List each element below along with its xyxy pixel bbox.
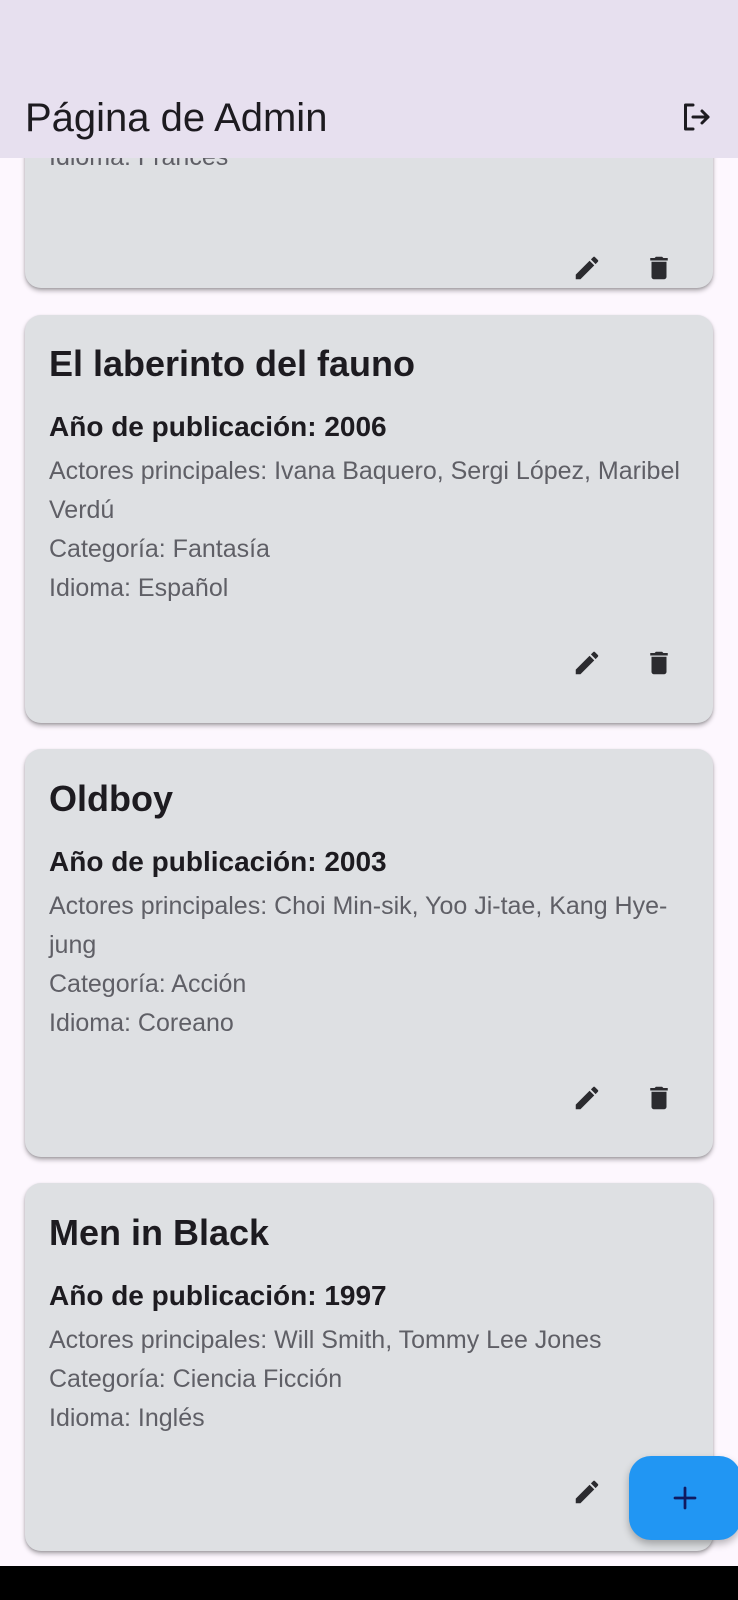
logout-button[interactable] xyxy=(672,93,720,141)
movie-language: Idioma: Español xyxy=(49,574,229,602)
edit-button[interactable] xyxy=(565,246,609,290)
movie-actors: Actores principales: Choi Min-sik, Yoo J… xyxy=(49,892,668,959)
movie-title: Oldboy xyxy=(49,778,173,819)
movie-language: Idioma: Inglés xyxy=(49,1404,205,1432)
delete-icon xyxy=(650,651,668,675)
add-movie-button[interactable] xyxy=(629,1456,738,1540)
edit-button[interactable] xyxy=(565,1076,609,1120)
edit-icon xyxy=(575,256,599,280)
edit-icon xyxy=(575,651,599,675)
movie-title: El laberinto del fauno xyxy=(49,343,416,384)
page-title: Página de Admin xyxy=(25,96,328,140)
movie-card: Oldboy Año de publicación: 2003 Actores … xyxy=(25,749,713,1157)
movie-title: Men in Black xyxy=(49,1212,270,1253)
movie-year: Año de publicación: 1997 xyxy=(49,1280,387,1311)
movie-category: Categoría: Ciencia Ficción xyxy=(49,1365,343,1393)
movie-language: Idioma: Coreano xyxy=(49,1009,234,1037)
edit-icon xyxy=(575,1480,599,1504)
delete-icon xyxy=(650,1086,668,1110)
edit-button[interactable] xyxy=(565,1470,609,1514)
delete-button[interactable] xyxy=(637,641,681,685)
movie-actors: Actores principales: Will Smith, Tommy L… xyxy=(49,1326,602,1354)
movie-actors: Actores principales: Ivana Baquero, Serg… xyxy=(49,457,680,524)
movie-category: Categoría: Acción xyxy=(49,970,247,998)
movie-year: Año de publicación: 2006 xyxy=(49,411,387,442)
delete-button[interactable] xyxy=(637,246,681,290)
movie-card: El laberinto del fauno Año de publicació… xyxy=(25,315,713,723)
movie-list[interactable]: Idioma: Francés El laberinto del fauno A… xyxy=(0,0,738,1566)
add-icon xyxy=(673,1486,697,1510)
movie-card: Men in Black Año de publicación: 1997 Ac… xyxy=(25,1183,713,1551)
movie-year: Año de publicación: 2003 xyxy=(49,846,387,877)
app-bar: Página de Admin xyxy=(0,0,738,158)
edit-icon xyxy=(575,1086,599,1110)
movie-category: Categoría: Fantasía xyxy=(49,535,270,563)
logout-icon xyxy=(684,103,710,131)
delete-button[interactable] xyxy=(637,1076,681,1120)
delete-icon xyxy=(650,256,668,280)
system-navigation-bar xyxy=(0,1566,738,1600)
edit-button[interactable] xyxy=(565,641,609,685)
